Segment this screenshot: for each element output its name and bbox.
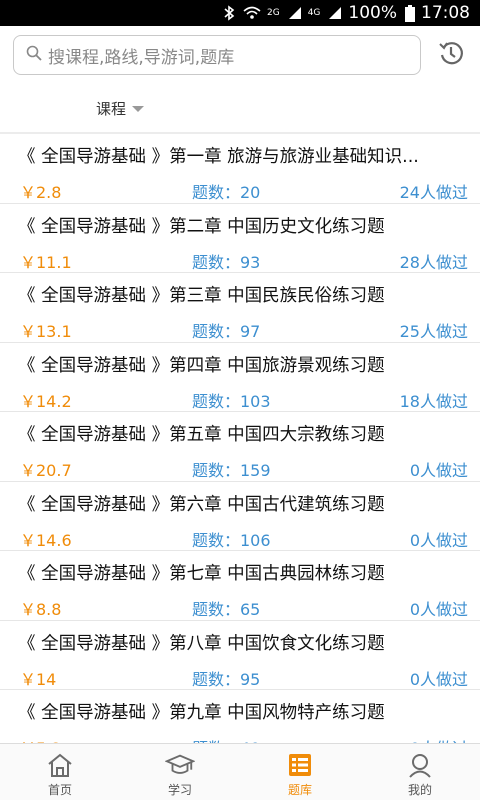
- search-icon: [26, 45, 42, 65]
- search-input[interactable]: 搜课程,路线,导游词,题库: [13, 35, 421, 75]
- graduation-cap-icon: [165, 751, 195, 779]
- item-title: 《 全国导游基础 》第二章 中国历史文化练习题: [18, 216, 385, 237]
- item-question-count: 题数：65: [192, 600, 261, 619]
- list-item[interactable]: 《 全国导游基础 》第三章 中国民族民俗练习题 ￥13.1 题数：97 25人做…: [0, 273, 480, 343]
- bluetooth-icon: [223, 5, 235, 21]
- item-done-count: 25人做过: [399, 322, 468, 341]
- item-question-count: 题数：20: [192, 183, 261, 202]
- item-question-count: 题数：95: [192, 669, 261, 689]
- search-header: 搜课程,路线,导游词,题库: [0, 26, 480, 86]
- history-button[interactable]: [434, 38, 468, 72]
- item-price: ￥5.2: [20, 735, 61, 743]
- item-question-count: 题数：97: [192, 322, 261, 341]
- course-filter-label: 课程: [96, 100, 127, 118]
- list-item[interactable]: 《 全国导游基础 》第八章 中国饮食文化练习题 ￥14 题数：95 0人做过: [0, 621, 480, 690]
- item-question-count: 题数：106: [192, 530, 271, 550]
- item-done-count: 24人做过: [399, 183, 468, 202]
- list-item[interactable]: 《 全国导游基础 》第七章 中国古典园林练习题 ￥8.8 题数：65 0人做过: [0, 551, 480, 621]
- item-title: 《 全国导游基础 》第九章 中国风物特产练习题: [18, 703, 385, 723]
- item-done-count: 0人做过: [409, 669, 468, 689]
- list-item[interactable]: 《 全国导游基础 》第六章 中国古代建筑练习题 ￥14.6 题数：106 0人做…: [0, 482, 480, 551]
- tab-label: 我的: [407, 783, 432, 797]
- status-bar: 2G 4G 100% 17:08: [0, 0, 480, 26]
- item-title: 《 全国导游基础 》第七章 中国古典园林练习题: [18, 564, 385, 584]
- item-title: 《 全国导游基础 》第八章 中国饮食文化练习题: [18, 633, 385, 654]
- item-title: 《 全国导游基础 》第一章 旅游与旅游业基础知识...: [18, 147, 419, 167]
- filter-bar: 课程: [0, 86, 480, 132]
- bottom-tab-bar: 首页 学习 题库 我的: [0, 743, 480, 800]
- item-question-count: 题数：93: [192, 252, 261, 272]
- item-title: 《 全国导游基础 》第四章 中国旅游景观练习题: [18, 355, 385, 376]
- question-bank-list: 《 全国导游基础 》第一章 旅游与旅游业基础知识... ￥2.8 题数：20 2…: [0, 134, 480, 743]
- list-item[interactable]: 《 全国导游基础 》第九章 中国风物特产练习题 ￥5.2 题数：40 0人做过: [0, 690, 480, 743]
- tab-profile[interactable]: 我的: [360, 744, 480, 800]
- search-placeholder: 搜课程,路线,导游词,题库: [48, 47, 235, 68]
- tab-label: 学习: [167, 783, 192, 797]
- item-title: 《 全国导游基础 》第五章 中国四大宗教练习题: [18, 425, 385, 445]
- item-price: ￥14.6: [20, 530, 72, 550]
- item-price: ￥2.8: [20, 183, 62, 202]
- question-bank-icon: [285, 751, 315, 779]
- list-item[interactable]: 《 全国导游基础 》第一章 旅游与旅游业基础知识... ￥2.8 题数：20 2…: [0, 134, 480, 204]
- item-price: ￥8.8: [20, 600, 62, 619]
- item-question-count: 题数：103: [192, 391, 271, 411]
- user-icon: [405, 751, 435, 779]
- wifi-icon: [243, 6, 261, 20]
- item-question-count: 题数：40: [192, 735, 260, 743]
- item-price: ￥20.7: [20, 461, 72, 480]
- battery-icon: [405, 4, 415, 22]
- signal-icon: [288, 6, 302, 20]
- tab-question-bank[interactable]: 题库: [240, 744, 360, 800]
- status-time: 17:08: [421, 3, 470, 23]
- chevron-down-icon: [132, 105, 145, 112]
- item-title: 《 全国导游基础 》第三章 中国民族民俗练习题: [18, 286, 385, 306]
- item-done-count: 18人做过: [399, 391, 468, 411]
- item-done-count: 0人做过: [409, 600, 468, 619]
- tab-label: 首页: [47, 783, 72, 797]
- item-price: ￥14: [20, 669, 57, 689]
- tab-label: 题库: [287, 783, 312, 797]
- item-price: ￥14.2: [20, 391, 72, 411]
- list-item[interactable]: 《 全国导游基础 》第五章 中国四大宗教练习题 ￥20.7 题数：159 0人做…: [0, 412, 480, 482]
- network-2g-label: 2G: [266, 8, 280, 18]
- item-done-count: 0人做过: [409, 461, 468, 480]
- item-question-count: 题数：159: [192, 461, 271, 480]
- course-filter-dropdown[interactable]: 课程: [96, 98, 145, 119]
- signal-icon: [328, 6, 342, 20]
- history-icon: [436, 38, 466, 72]
- item-title: 《 全国导游基础 》第六章 中国古代建筑练习题: [18, 494, 385, 515]
- network-4g-label: 4G: [307, 8, 321, 18]
- home-icon: [45, 751, 75, 779]
- tab-study[interactable]: 学习: [120, 744, 240, 800]
- tab-home[interactable]: 首页: [0, 744, 120, 800]
- list-item[interactable]: 《 全国导游基础 》第二章 中国历史文化练习题 ￥11.1 题数：93 28人做…: [0, 204, 480, 273]
- battery-percent: 100%: [348, 3, 397, 23]
- list-item[interactable]: 《 全国导游基础 》第四章 中国旅游景观练习题 ￥14.2 题数：103 18人…: [0, 343, 480, 412]
- item-done-count: 0人做过: [410, 735, 468, 743]
- item-done-count: 28人做过: [399, 252, 468, 272]
- item-done-count: 0人做过: [409, 530, 468, 550]
- item-price: ￥11.1: [20, 252, 72, 272]
- item-price: ￥13.1: [20, 322, 72, 341]
